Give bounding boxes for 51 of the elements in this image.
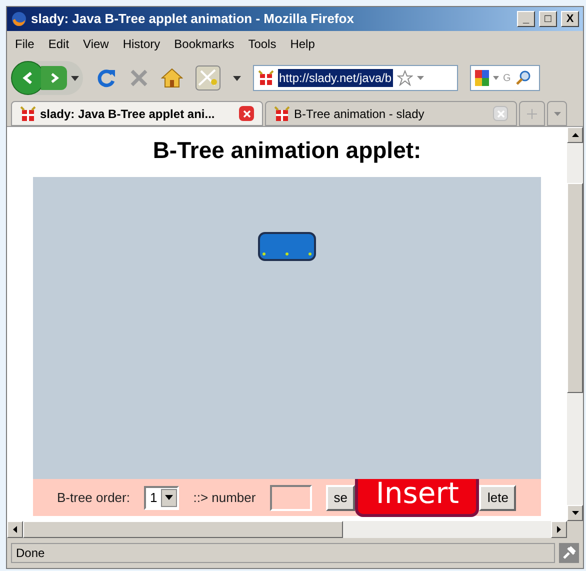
site-icon bbox=[274, 106, 290, 122]
tab-list-button[interactable] bbox=[547, 101, 567, 126]
tree-node-drawing bbox=[258, 232, 316, 262]
plus-icon bbox=[527, 108, 537, 118]
menu-item[interactable]: Help bbox=[290, 34, 315, 52]
tab-label: B-Tree animation - slady bbox=[294, 106, 426, 122]
number-field[interactable] bbox=[270, 484, 312, 510]
site-icon bbox=[258, 70, 274, 86]
menu-item[interactable]: View bbox=[83, 34, 109, 52]
applet-button[interactable]: lete bbox=[479, 484, 516, 510]
menu-item[interactable]: History bbox=[122, 34, 160, 52]
dropdown-arrow-icon[interactable] bbox=[71, 76, 79, 80]
browser-tab[interactable]: slady: Java B-Tree applet ani... bbox=[11, 101, 263, 126]
right-arrow-icon[interactable] bbox=[557, 526, 561, 533]
status-text: Done bbox=[16, 545, 45, 562]
window-control-button[interactable]: _ bbox=[517, 11, 535, 27]
menu-item[interactable]: Edit bbox=[48, 34, 70, 52]
search-placeholder: G bbox=[503, 72, 511, 86]
window-control-button[interactable]: X bbox=[561, 11, 579, 27]
browser-tab[interactable]: B-Tree animation - slady bbox=[265, 101, 517, 126]
back-forward-buttons[interactable] bbox=[11, 61, 83, 95]
up-arrow-icon[interactable] bbox=[572, 133, 578, 137]
reload-icon[interactable] bbox=[95, 67, 117, 89]
vertical-scrollbar[interactable] bbox=[567, 127, 583, 521]
control-label: ::> number bbox=[193, 488, 256, 507]
applet-button[interactable]: se bbox=[326, 484, 356, 510]
map-icon[interactable] bbox=[195, 65, 221, 91]
menu-item[interactable]: Tools bbox=[248, 34, 276, 52]
order-select[interactable]: 1 bbox=[144, 486, 180, 510]
dropdown-arrow-icon[interactable] bbox=[233, 76, 241, 80]
horizontal-scrollbar[interactable] bbox=[7, 521, 567, 538]
page-heading: B-Tree animation applet: bbox=[152, 136, 422, 165]
home-icon[interactable] bbox=[161, 68, 183, 88]
forward-icon[interactable] bbox=[41, 66, 67, 90]
control-label: B-tree order: bbox=[57, 488, 130, 507]
search-icon[interactable] bbox=[514, 70, 531, 86]
menu-item[interactable]: Bookmarks bbox=[174, 34, 234, 52]
tab-label: slady: Java B-Tree applet ani... bbox=[40, 106, 216, 122]
down-arrow-icon[interactable] bbox=[572, 511, 578, 515]
address-field[interactable]: http://slady.net/java/b bbox=[253, 65, 458, 91]
dropdown-arrow-icon bbox=[554, 112, 560, 116]
window-title: slady: Java B-Tree applet animation - Mozilla Firefox bbox=[31, 10, 355, 28]
close-icon[interactable] bbox=[239, 106, 254, 121]
star-icon[interactable] bbox=[396, 70, 413, 86]
firefox-icon bbox=[11, 11, 27, 27]
menu-item[interactable]: File bbox=[15, 34, 34, 52]
google-icon bbox=[475, 70, 489, 86]
site-icon bbox=[20, 106, 36, 122]
url-text: http://slady.net/java/b bbox=[278, 69, 393, 87]
window-control-button[interactable]: □ bbox=[539, 11, 557, 27]
left-arrow-icon[interactable] bbox=[13, 526, 17, 533]
